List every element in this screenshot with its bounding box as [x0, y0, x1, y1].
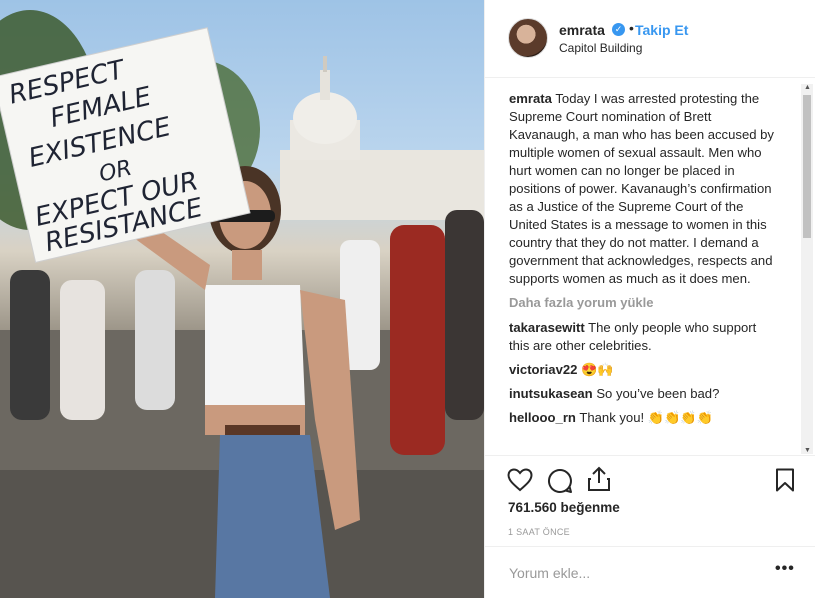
comment-username[interactable]: victoriav22	[509, 362, 577, 377]
username[interactable]: emrata	[559, 22, 605, 38]
like-count[interactable]: 761.560 beğenme	[508, 500, 620, 515]
comments-scrollbar[interactable]: ▲ ▼	[801, 84, 813, 454]
follow-button[interactable]: Takip Et	[635, 22, 688, 38]
protest-photo-illustration: RESPECT FEMALE EXISTENCE OR EXPECT OUR R…	[0, 10, 484, 598]
load-more-comments-button[interactable]: Daha fazla yorum yükle	[509, 294, 777, 312]
comment-row: inutsukasean So you’ve been bad?	[509, 385, 777, 403]
caption-text: Today I was arrested protesting the Supr…	[509, 91, 774, 286]
scroll-up-arrow-icon[interactable]: ▲	[804, 84, 811, 91]
bookmark-icon[interactable]	[775, 468, 795, 497]
comment-row: takarasewitt The only people who support…	[509, 319, 777, 355]
comment-row: victoriav22 😍🙌	[509, 361, 777, 379]
comments-list: emrata Today I was arrested protesting t…	[509, 90, 777, 433]
avatar[interactable]	[508, 18, 548, 58]
post-side-panel: emrata ✓ • Takip Et Capitol Building emr…	[484, 0, 815, 598]
more-options-button[interactable]: •••	[775, 560, 795, 578]
comment-username[interactable]: inutsukasean	[509, 386, 593, 401]
comment-text: Thank you! 👏👏👏👏	[579, 410, 713, 425]
post-timestamp[interactable]: 1 SAAT ÖNCE	[508, 527, 570, 537]
caption-username[interactable]: emrata	[509, 91, 552, 106]
comment-bubble-icon[interactable]	[547, 468, 573, 499]
post-header: emrata ✓ • Takip Et Capitol Building	[485, 0, 815, 78]
verified-badge-icon: ✓	[612, 23, 625, 36]
location-link[interactable]: Capitol Building	[559, 41, 642, 55]
add-comment-bar: •••	[485, 546, 815, 599]
comment-input[interactable]	[507, 564, 761, 582]
comment-username[interactable]: takarasewitt	[509, 320, 585, 335]
post-actions: 761.560 beğenme 1 SAAT ÖNCE	[485, 455, 815, 556]
comment-text: 😍🙌	[581, 362, 614, 377]
post-photo[interactable]: RESPECT FEMALE EXISTENCE OR EXPECT OUR R…	[0, 0, 484, 598]
comment-row: hellooo_rn Thank you! 👏👏👏👏	[509, 409, 777, 427]
comment-text: So you’ve been bad?	[596, 386, 720, 401]
heart-icon[interactable]	[507, 468, 533, 497]
scroll-down-arrow-icon[interactable]: ▼	[804, 447, 811, 454]
comment-username[interactable]: hellooo_rn	[509, 410, 576, 425]
separator: •	[629, 20, 634, 36]
share-icon[interactable]	[587, 466, 611, 497]
caption: emrata Today I was arrested protesting t…	[509, 90, 777, 288]
scrollbar-thumb[interactable]	[803, 95, 811, 238]
